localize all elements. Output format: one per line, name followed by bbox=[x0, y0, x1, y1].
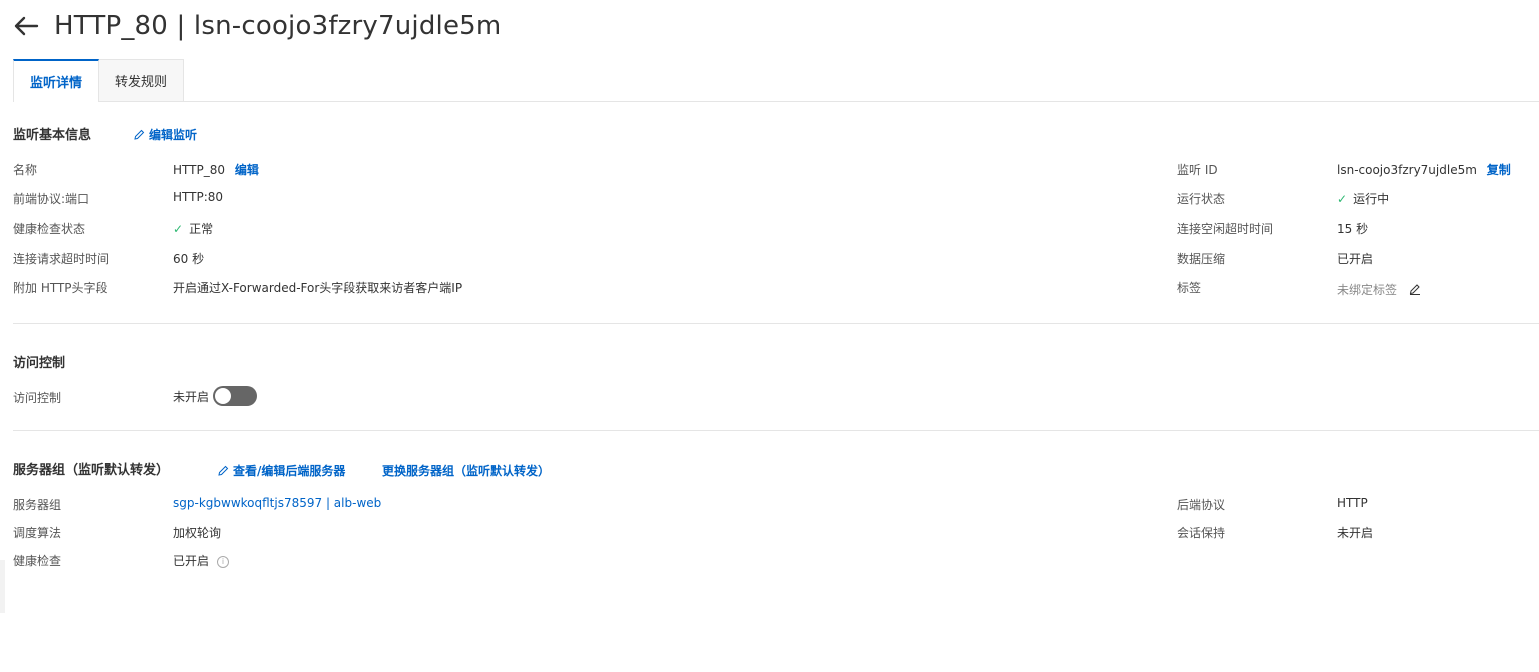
health-check-label: 健康检查 bbox=[13, 554, 62, 568]
edit-name-link[interactable]: 编辑 bbox=[235, 163, 259, 177]
access-control-value: 未开启 bbox=[173, 386, 258, 406]
view-edit-backend-label: 查看/编辑后端服务器 bbox=[233, 464, 346, 478]
idle-timeout-label: 连接空闲超时时间 bbox=[1177, 222, 1274, 236]
check-icon: ✓ bbox=[1337, 192, 1348, 206]
tags-label: 标签 bbox=[1177, 281, 1202, 295]
listener-id-value: lsn-coojo3fzry7ujdle5m 复制 bbox=[1337, 161, 1511, 178]
health-check-status-label: 健康检查状态 bbox=[13, 222, 86, 236]
view-edit-backend-button[interactable]: 查看/编辑后端服务器 bbox=[218, 462, 345, 479]
back-arrow-icon[interactable] bbox=[12, 12, 40, 40]
copy-id-link[interactable]: 复制 bbox=[1487, 163, 1511, 177]
run-status-label: 运行状态 bbox=[1177, 192, 1226, 206]
tags-text: 未绑定标签 bbox=[1337, 283, 1398, 297]
session-persistence-label: 会话保持 bbox=[1177, 526, 1226, 540]
tab-listener-details[interactable]: 监听详情 bbox=[13, 59, 100, 102]
tabs-divider bbox=[13, 101, 1539, 102]
scheduler-label: 调度算法 bbox=[13, 526, 62, 540]
session-persistence-value: 未开启 bbox=[1337, 526, 1374, 540]
compression-value: 已开启 bbox=[1337, 252, 1374, 266]
http-header-value: 开启通过X-Forwarded-For头字段获取来访者客户端IP bbox=[173, 281, 463, 295]
page-header: HTTP_80 | lsn-coojo3fzry7ujdle5m bbox=[12, 6, 501, 46]
http-header-label: 附加 HTTP头字段 bbox=[13, 281, 108, 295]
tab-forwarding-rules[interactable]: 转发规则 bbox=[99, 59, 185, 101]
name-text: HTTP_80 bbox=[173, 163, 225, 177]
edit-tags-pencil-icon[interactable] bbox=[1409, 283, 1421, 298]
health-check-text: 已开启 bbox=[173, 554, 210, 568]
server-group-label: 服务器组 bbox=[13, 498, 62, 512]
side-scroll-handle[interactable] bbox=[0, 560, 5, 613]
health-status-text: 正常 bbox=[189, 222, 214, 236]
listener-id-text: lsn-coojo3fzry7ujdle5m bbox=[1337, 163, 1477, 177]
tags-value: 未绑定标签 bbox=[1337, 281, 1421, 298]
backend-protocol-label: 后端协议 bbox=[1177, 498, 1226, 512]
pencil-icon bbox=[218, 465, 229, 476]
listener-id-label: 监听 ID bbox=[1177, 163, 1218, 177]
backend-protocol-value: HTTP bbox=[1337, 496, 1368, 510]
pencil-icon bbox=[134, 129, 145, 140]
health-check-value: 已开启 i bbox=[173, 552, 230, 569]
name-label: 名称 bbox=[13, 163, 38, 177]
tab-bar: 监听详情 转发规则 bbox=[13, 59, 185, 102]
request-timeout-value: 60 秒 bbox=[173, 252, 205, 266]
page-title: HTTP_80 | lsn-coojo3fzry7ujdle5m bbox=[54, 11, 502, 41]
scheduler-value: 加权轮询 bbox=[173, 526, 222, 540]
edit-listener-label: 编辑监听 bbox=[149, 128, 198, 142]
frontend-protocol-value: HTTP:80 bbox=[173, 190, 224, 204]
health-check-status-value: ✓ 正常 bbox=[173, 220, 213, 237]
access-control-label: 访问控制 bbox=[13, 391, 62, 405]
edit-listener-button[interactable]: 编辑监听 bbox=[134, 126, 197, 143]
frontend-protocol-label: 前端协议:端口 bbox=[13, 192, 90, 206]
run-status-value: ✓ 运行中 bbox=[1337, 190, 1389, 207]
name-value: HTTP_80 编辑 bbox=[173, 161, 259, 178]
server-group-link[interactable]: sgp-kgbwwkoqfltjs78597 | alb-web bbox=[173, 496, 381, 510]
request-timeout-label: 连接请求超时时间 bbox=[13, 252, 110, 266]
change-server-group-link[interactable]: 更换服务器组（监听默认转发） bbox=[382, 462, 550, 479]
idle-timeout-value: 15 秒 bbox=[1337, 222, 1369, 236]
access-control-title: 访问控制 bbox=[13, 356, 66, 371]
run-status-text: 运行中 bbox=[1353, 192, 1390, 206]
access-control-toggle[interactable] bbox=[213, 386, 258, 406]
check-icon: ✓ bbox=[173, 222, 184, 236]
compression-label: 数据压缩 bbox=[1177, 252, 1226, 266]
section-divider-2 bbox=[13, 430, 1539, 431]
access-control-status: 未开启 bbox=[173, 389, 210, 404]
basic-info-title: 监听基本信息 bbox=[13, 128, 92, 143]
section-divider-1 bbox=[13, 323, 1539, 324]
server-group-title: 服务器组（监听默认转发） bbox=[13, 463, 170, 478]
info-icon[interactable]: i bbox=[217, 555, 230, 568]
